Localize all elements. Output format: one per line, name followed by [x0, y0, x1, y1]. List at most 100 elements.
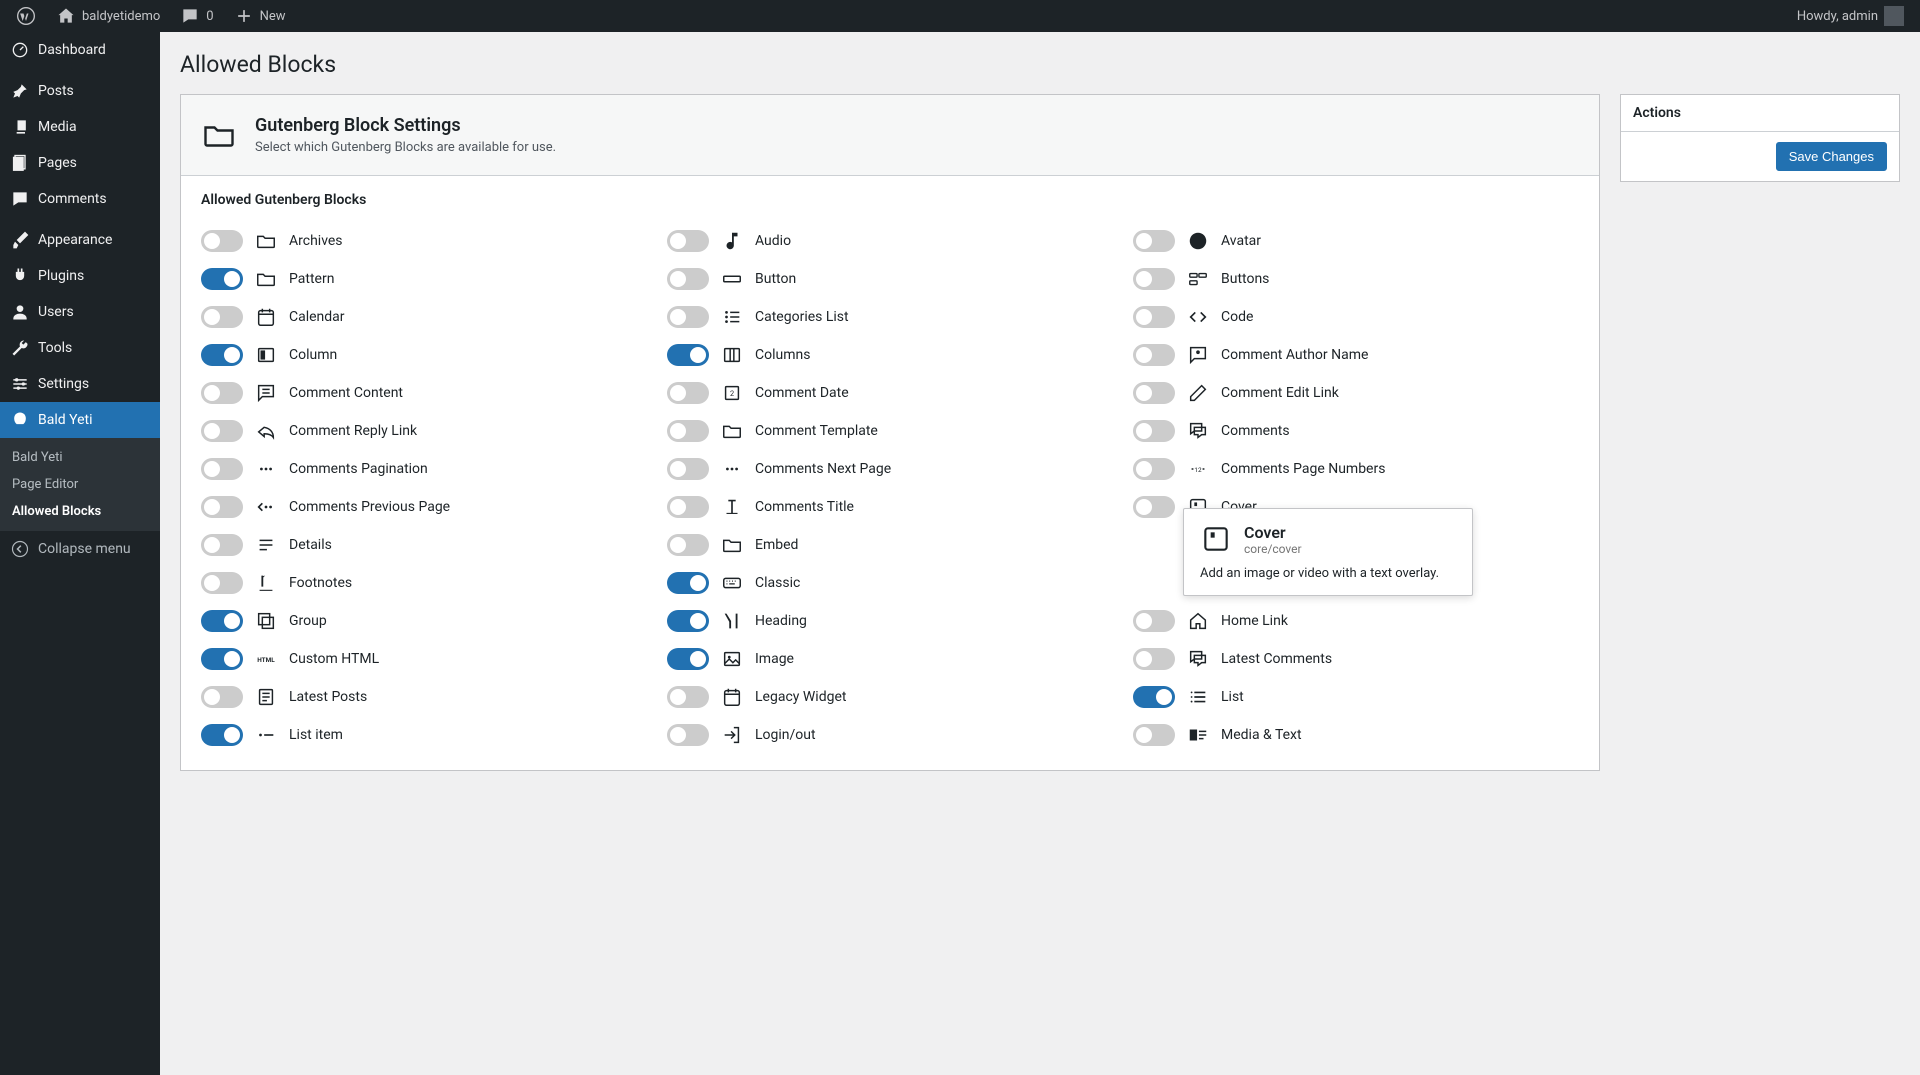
new-link[interactable]: New — [226, 0, 294, 32]
actions-panel: Actions Save Changes — [1620, 94, 1900, 182]
sidebar-item-users[interactable]: Users — [0, 294, 160, 330]
block-row-comments-next-page: Comments Next Page — [667, 450, 1113, 488]
block-row-details: Details — [201, 526, 647, 564]
sidebar-item-bald-yeti[interactable]: Bald Yeti — [0, 402, 160, 438]
block-toggle[interactable] — [1133, 610, 1175, 632]
folder-icon — [255, 268, 277, 290]
group-icon — [255, 610, 277, 632]
block-toggle[interactable] — [201, 610, 243, 632]
block-toggle[interactable] — [1133, 724, 1175, 746]
block-toggle[interactable] — [1133, 458, 1175, 480]
block-toggle[interactable] — [1133, 420, 1175, 442]
list-item-icon — [255, 724, 277, 746]
block-toggle[interactable] — [667, 534, 709, 556]
block-toggle[interactable] — [201, 344, 243, 366]
block-toggle[interactable] — [667, 648, 709, 670]
sidebar-item-tools[interactable]: Tools — [0, 330, 160, 366]
block-toggle[interactable] — [201, 230, 243, 252]
block-row-pattern: Pattern — [201, 260, 647, 298]
submenu-item-bald-yeti[interactable]: Bald Yeti — [0, 444, 160, 471]
block-toggle[interactable] — [201, 382, 243, 404]
block-toggle[interactable] — [1133, 496, 1175, 518]
block-row-calendar: Calendar — [201, 298, 647, 336]
sidebar-item-posts[interactable]: Posts — [0, 73, 160, 109]
block-label: Comment Author Name — [1221, 347, 1368, 363]
block-toggle[interactable] — [201, 458, 243, 480]
sidebar-item-pages[interactable]: Pages — [0, 145, 160, 181]
buttons-icon — [1187, 268, 1209, 290]
block-toggle[interactable] — [201, 686, 243, 708]
block-toggle[interactable] — [201, 496, 243, 518]
comment-count: 0 — [206, 9, 213, 24]
block-toggle[interactable] — [201, 420, 243, 442]
admin-bar: baldyetidemo 0 New Howdy, admin — [0, 0, 1920, 32]
block-toggle[interactable] — [201, 306, 243, 328]
block-toggle[interactable] — [667, 686, 709, 708]
wp-logo[interactable] — [8, 0, 44, 32]
submenu-item-page-editor[interactable]: Page Editor — [0, 471, 160, 498]
block-label: Pattern — [289, 271, 334, 287]
submenu-item-allowed-blocks[interactable]: Allowed Blocks — [0, 498, 160, 525]
block-toggle[interactable] — [667, 496, 709, 518]
pin-icon — [10, 81, 30, 101]
block-label: Latest Comments — [1221, 651, 1332, 667]
block-row-categories-list: Categories List — [667, 298, 1113, 336]
dots-icon — [255, 458, 277, 480]
howdy-link[interactable]: Howdy, admin — [1789, 0, 1912, 32]
block-row-latest-comments: Latest Comments — [1133, 640, 1579, 678]
block-toggle[interactable] — [667, 344, 709, 366]
block-row-list: List — [1133, 678, 1579, 716]
menu-label: Appearance — [38, 232, 112, 248]
block-row-image: Image — [667, 640, 1113, 678]
title-icon — [721, 496, 743, 518]
block-toggle[interactable] — [201, 572, 243, 594]
folder-icon — [721, 534, 743, 556]
block-toggle[interactable] — [667, 306, 709, 328]
block-toggle[interactable] — [1133, 344, 1175, 366]
block-toggle[interactable] — [1133, 268, 1175, 290]
calendar-icon — [255, 306, 277, 328]
sidebar-item-appearance[interactable]: Appearance — [0, 222, 160, 258]
block-toggle[interactable] — [1133, 686, 1175, 708]
sidebar-item-plugins[interactable]: Plugins — [0, 258, 160, 294]
block-label: Code — [1221, 309, 1253, 325]
block-toggle[interactable] — [667, 724, 709, 746]
block-toggle[interactable] — [667, 230, 709, 252]
edit-icon — [1187, 382, 1209, 404]
block-toggle[interactable] — [1133, 230, 1175, 252]
block-row-comment-author-name: Comment Author Name — [1133, 336, 1579, 374]
block-toggle[interactable] — [1133, 648, 1175, 670]
block-toggle[interactable] — [1133, 306, 1175, 328]
block-row-group: Group — [201, 602, 647, 640]
dots-icon — [721, 458, 743, 480]
block-toggle[interactable] — [1133, 382, 1175, 404]
block-toggle[interactable] — [201, 724, 243, 746]
plug-icon — [10, 266, 30, 286]
block-toggle[interactable] — [201, 648, 243, 670]
block-toggle[interactable] — [201, 268, 243, 290]
block-toggle[interactable] — [667, 572, 709, 594]
sidebar-item-dashboard[interactable]: Dashboard — [0, 32, 160, 68]
sidebar-item-settings[interactable]: Settings — [0, 366, 160, 402]
home-icon — [1187, 610, 1209, 632]
block-toggle[interactable] — [667, 610, 709, 632]
block-label: Details — [289, 537, 332, 553]
submenu: Bald YetiPage EditorAllowed Blocks — [0, 438, 160, 531]
block-row-classic: Classic — [667, 564, 1113, 602]
keyboard-icon — [721, 572, 743, 594]
block-toggle[interactable] — [667, 420, 709, 442]
sidebar-item-media[interactable]: Media — [0, 109, 160, 145]
collapse-menu[interactable]: Collapse menu — [0, 531, 160, 567]
block-toggle[interactable] — [667, 382, 709, 404]
yeti-icon — [10, 410, 30, 430]
dots-prev-icon — [255, 496, 277, 518]
save-button[interactable]: Save Changes — [1776, 142, 1887, 171]
sliders-icon — [10, 374, 30, 394]
site-name: baldyetidemo — [82, 9, 160, 24]
block-toggle[interactable] — [667, 268, 709, 290]
comments-link[interactable]: 0 — [172, 0, 221, 32]
site-link[interactable]: baldyetidemo — [48, 0, 168, 32]
sidebar-item-comments[interactable]: Comments — [0, 181, 160, 217]
block-toggle[interactable] — [201, 534, 243, 556]
block-toggle[interactable] — [667, 458, 709, 480]
